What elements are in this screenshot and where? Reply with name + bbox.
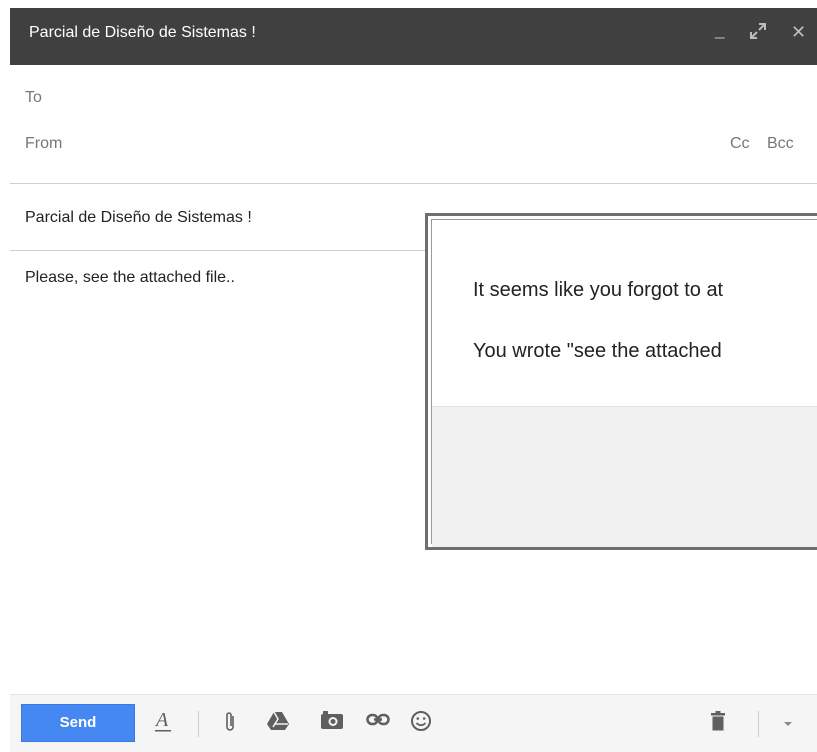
message-body[interactable]: Please, see the attached file.. [25,269,235,287]
dialog-button-area [432,406,817,547]
toolbar-separator [758,711,759,737]
send-button[interactable]: Send [21,704,135,742]
expand-icon[interactable] [749,22,767,45]
svg-text:A: A [154,709,169,731]
format-text-icon[interactable]: A [154,709,172,740]
link-icon[interactable] [366,710,390,737]
trash-icon[interactable] [710,710,726,739]
more-options-icon[interactable] [782,711,794,738]
compose-toolbar: Send A [10,694,817,752]
attach-icon[interactable] [223,710,237,741]
forgot-attachment-dialog: It seems like you forgot to at You wrote… [425,213,817,550]
dialog-message-line1: It seems like you forgot to at [473,279,724,301]
cc-link[interactable]: Cc [730,135,750,153]
window-title: Parcial de Diseño de Sistemas ! [29,24,256,41]
divider [10,183,817,184]
subject-field[interactable]: Parcial de Diseño de Sistemas ! [25,209,252,227]
drive-icon[interactable] [266,710,290,739]
bcc-link[interactable]: Bcc [767,135,794,153]
compose-titlebar: Parcial de Diseño de Sistemas ! _ ✕ [10,8,817,65]
from-field[interactable]: From [25,135,62,153]
to-field[interactable]: To [25,89,42,107]
photo-icon[interactable] [320,710,344,737]
emoji-icon[interactable] [410,710,432,739]
compose-window: Parcial de Diseño de Sistemas ! _ ✕ To F… [10,8,817,752]
close-icon[interactable]: ✕ [791,22,806,42]
toolbar-separator [198,711,199,737]
minimize-icon[interactable]: _ [715,20,724,40]
dialog-message-line2: You wrote "see the attached [473,340,722,362]
